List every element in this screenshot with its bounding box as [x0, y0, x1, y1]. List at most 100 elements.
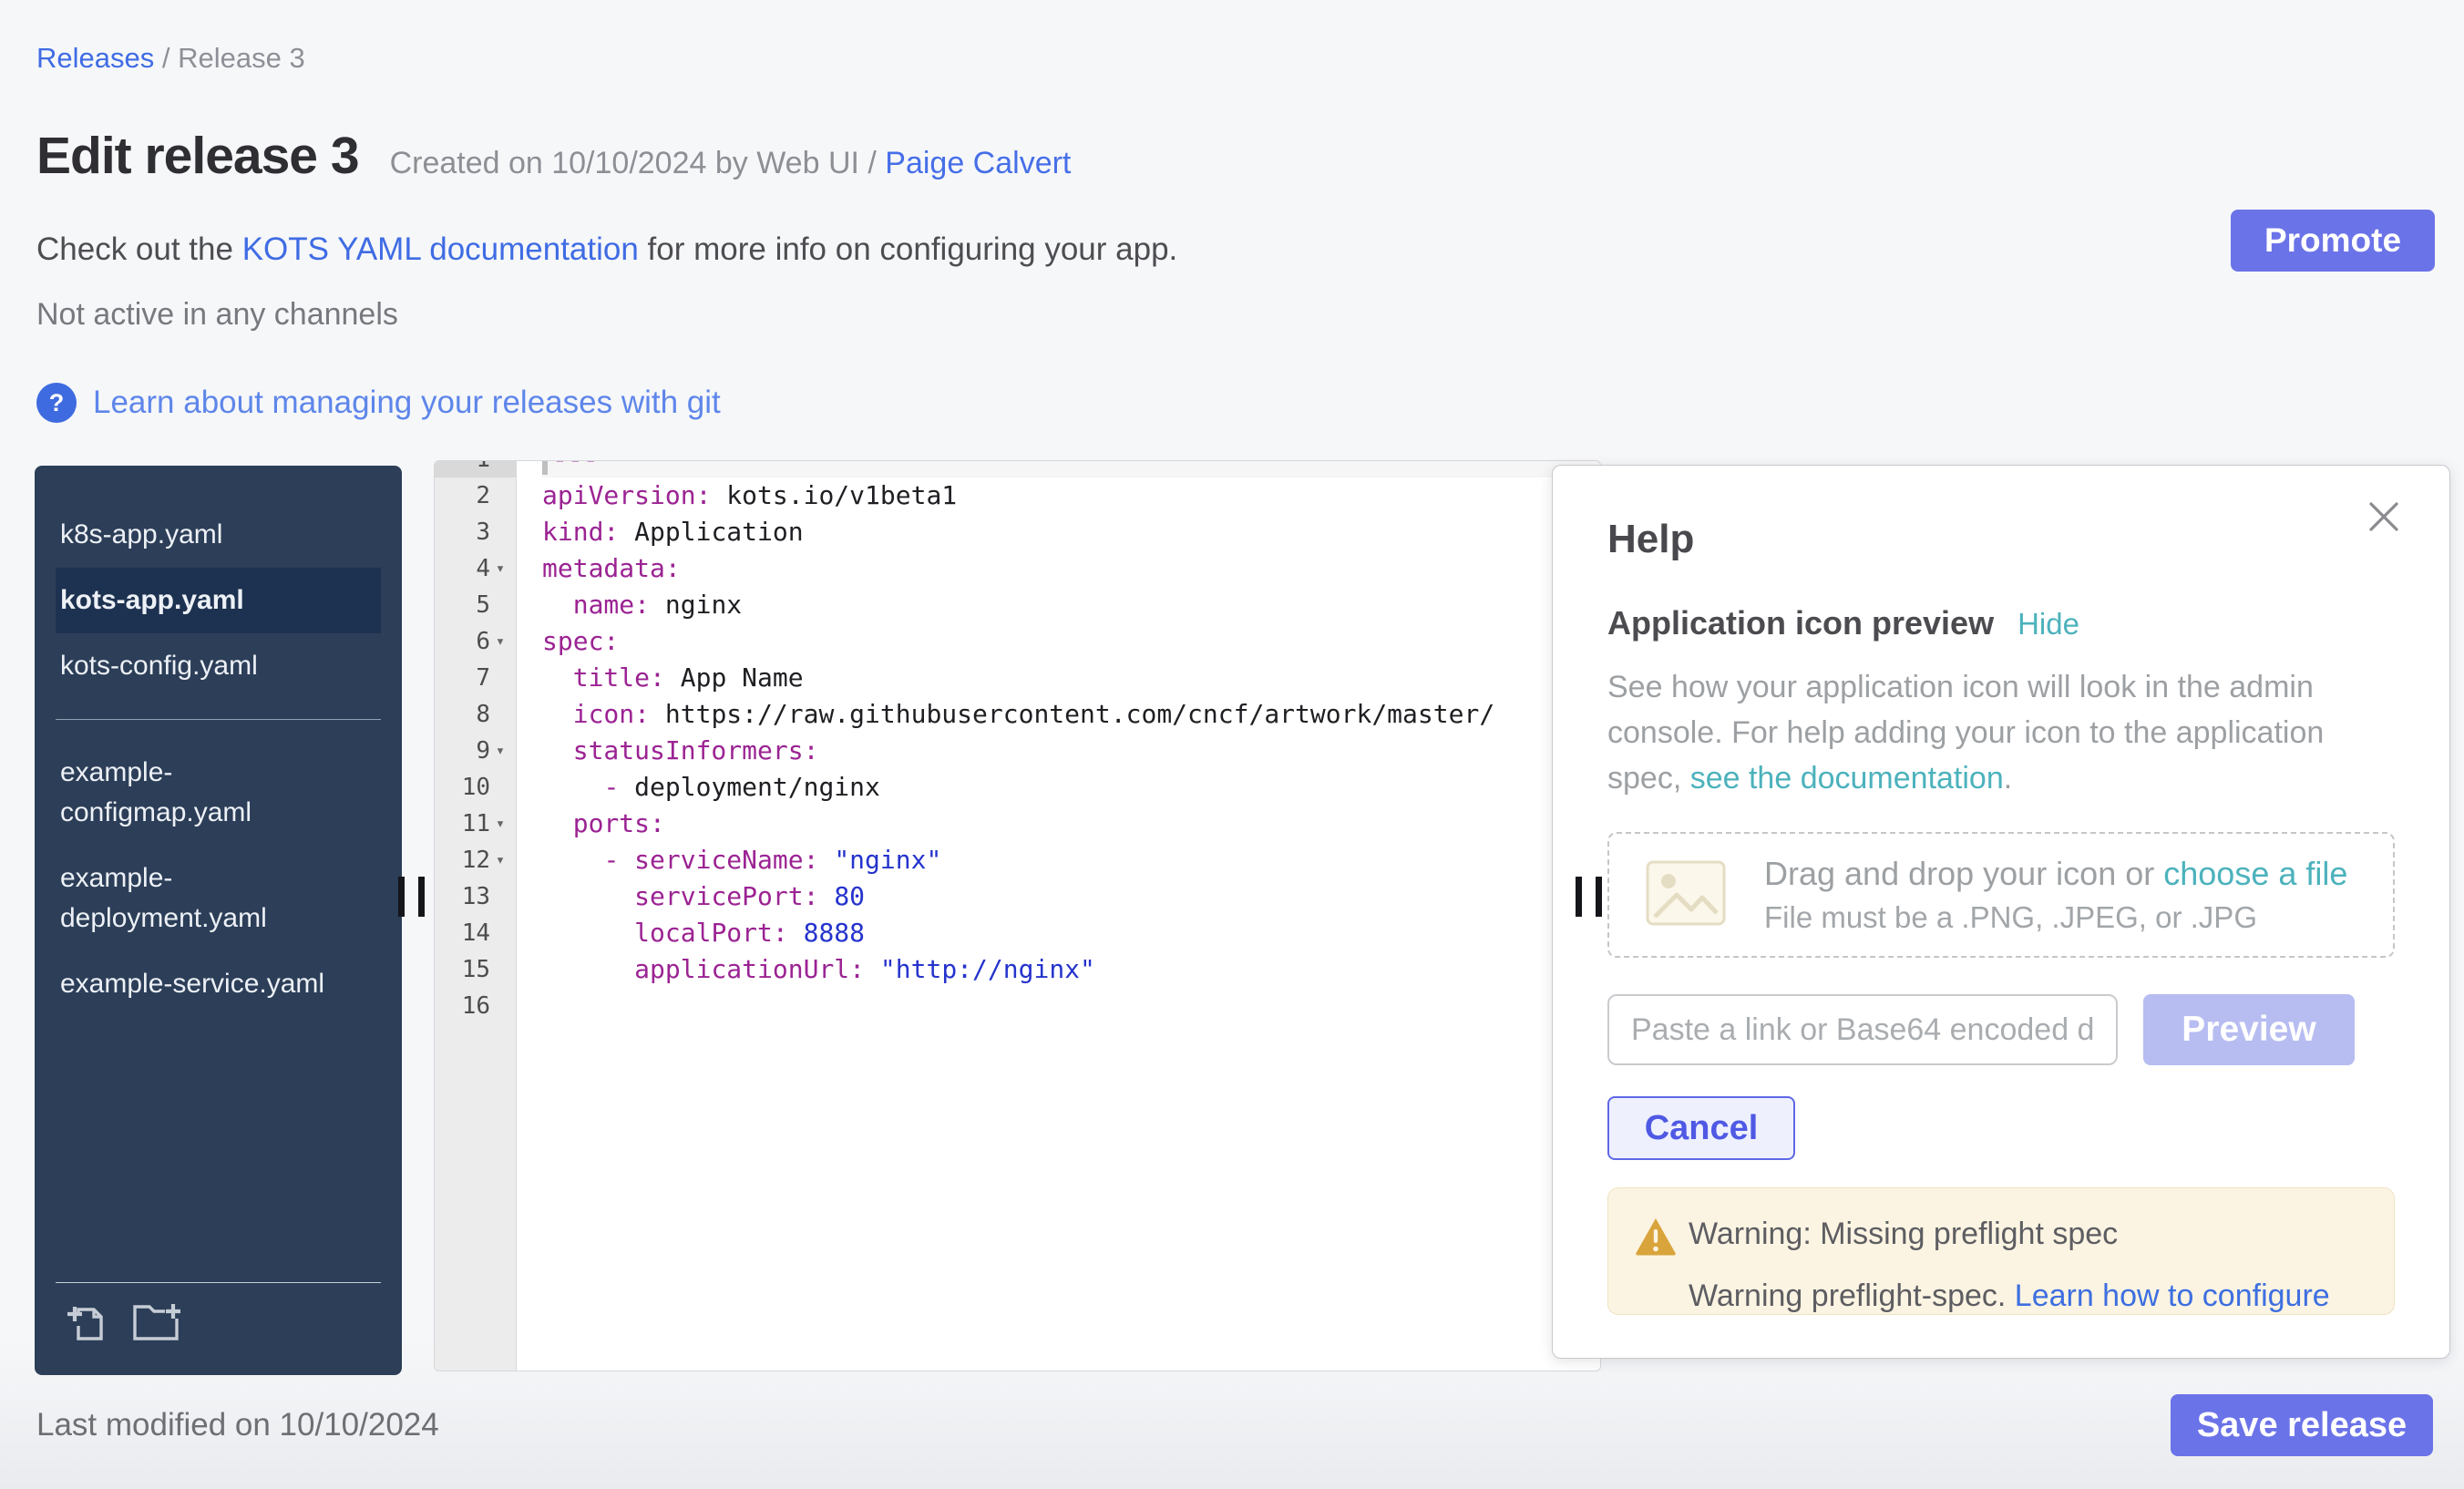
fold-arrow-icon[interactable]: ▾ [490, 560, 510, 578]
code-line-11[interactable]: ports: [542, 806, 1600, 842]
doc-line: Check out the KOTS YAML documentation fo… [36, 231, 1177, 268]
breadcrumb-releases-link[interactable]: Releases [36, 42, 154, 74]
code-line-4[interactable]: metadata: [542, 550, 1600, 587]
sidebar-file-k8s-app.yaml[interactable]: k8s-app.yaml [56, 502, 381, 568]
code-line-14[interactable]: localPort: 8888 [542, 915, 1600, 951]
code-line-16[interactable] [542, 988, 1600, 1024]
code-line-10[interactable]: - deployment/nginx [542, 769, 1600, 806]
warning-icon [1634, 1216, 1678, 1262]
gutter-line-8: 8 [435, 696, 516, 733]
code-line-8[interactable]: icon: https://raw.githubusercontent.com/… [542, 696, 1600, 733]
fold-arrow-icon[interactable]: ▾ [490, 742, 510, 760]
close-icon [2366, 524, 2402, 538]
sidebar-footer [56, 1282, 381, 1357]
fold-arrow-icon[interactable]: ▾ [490, 632, 510, 651]
hide-link[interactable]: Hide [2017, 607, 2079, 642]
gutter-line-14: 14 [435, 915, 516, 951]
gutter-line-2: 2 [435, 478, 516, 514]
fold-arrow-icon[interactable]: ▾ [490, 851, 510, 869]
breadcrumb-separator: / [154, 42, 178, 74]
gutter-line-3: 3 [435, 514, 516, 550]
new-file-button[interactable] [67, 1299, 108, 1344]
save-release-button[interactable]: Save release [2171, 1394, 2433, 1456]
gutter-line-1: 1 [435, 460, 516, 478]
help-section-row: Application icon preview Hide [1607, 604, 2395, 642]
kots-yaml-doc-link[interactable]: KOTS YAML documentation [242, 231, 639, 267]
warning-title: Warning: Missing preflight spec [1689, 1216, 2366, 1252]
editor-gutter: 1234▾56▾789▾1011▾12▾13141516 [435, 460, 517, 1371]
sidebar-file-kots-config.yaml[interactable]: kots-config.yaml [56, 633, 381, 699]
created-text: Created on 10/10/2024 by Web UI / [390, 146, 886, 180]
warning-detail: Warning preflight-spec. Learn how to con… [1689, 1278, 2366, 1314]
code-line-3[interactable]: kind: Application [542, 514, 1600, 550]
promote-button[interactable]: Promote [2231, 210, 2435, 272]
help-description: See how your application icon will look … [1607, 664, 2395, 801]
title-row: Edit release 3 Created on 10/10/2024 by … [36, 126, 1071, 186]
gutter-line-13: 13 [435, 878, 516, 915]
code-line-13[interactable]: servicePort: 80 [542, 878, 1600, 915]
new-folder-button[interactable] [132, 1299, 183, 1344]
channel-status: Not active in any channels [36, 297, 398, 333]
code-line-2[interactable]: apiVersion: kots.io/v1beta1 [542, 478, 1600, 514]
gutter-line-11: 11▾ [435, 806, 516, 842]
last-modified-text: Last modified on 10/10/2024 [36, 1407, 439, 1443]
gutter-line-5: 5 [435, 587, 516, 623]
gutter-line-9: 9▾ [435, 733, 516, 769]
sidebar-resize-handle[interactable] [398, 877, 425, 917]
doc-line-suffix: for more info on configuring your app. [639, 231, 1177, 267]
gutter-line-12: 12▾ [435, 842, 516, 878]
git-help-row: ? Learn about managing your releases wit… [36, 383, 721, 423]
created-by-link[interactable]: Paige Calvert [885, 146, 1071, 180]
icon-preview-title: Application icon preview [1607, 604, 1994, 642]
file-sidebar: k8s-app.yamlkots-app.yamlkots-config.yam… [35, 466, 402, 1375]
gutter-line-16: 16 [435, 988, 516, 1024]
sidebar-file-example-deployment.yaml[interactable]: example-deployment.yaml [56, 846, 381, 951]
preview-button[interactable]: Preview [2143, 994, 2355, 1065]
help-desc-period: . [2004, 761, 2012, 796]
page-title: Edit release 3 [36, 126, 359, 186]
created-meta: Created on 10/10/2024 by Web UI / Paige … [390, 146, 1072, 181]
choose-file-link[interactable]: choose a file [2163, 855, 2347, 892]
help-title: Help [1607, 517, 2395, 562]
text-cursor [542, 460, 548, 475]
gutter-line-15: 15 [435, 951, 516, 988]
fold-arrow-icon[interactable]: ▾ [490, 815, 510, 833]
git-releases-link[interactable]: Learn about managing your releases with … [93, 385, 721, 421]
yaml-editor[interactable]: 1234▾56▾789▾1011▾12▾13141516 ---apiVersi… [434, 460, 1601, 1371]
cancel-button[interactable]: Cancel [1607, 1096, 1795, 1160]
preflight-warning: Warning: Missing preflight spec Warning … [1607, 1187, 2395, 1315]
gutter-line-4: 4▾ [435, 550, 516, 587]
see-documentation-link[interactable]: see the documentation [1690, 761, 2004, 796]
code-line-5[interactable]: name: nginx [542, 587, 1600, 623]
learn-configure-link[interactable]: Learn how to configure [2015, 1278, 2330, 1313]
sidebar-file-kots-app.yaml[interactable]: kots-app.yaml [56, 568, 381, 633]
close-help-button[interactable] [2366, 498, 2402, 538]
icon-url-input[interactable] [1607, 994, 2118, 1065]
code-line-6[interactable]: spec: [542, 623, 1600, 660]
code-line-12[interactable]: - serviceName: "nginx" [542, 842, 1600, 878]
editor-content[interactable]: ---apiVersion: kots.io/v1beta1kind: Appl… [517, 460, 1600, 1371]
help-panel: Help Application icon preview Hide See h… [1552, 465, 2450, 1359]
drop-text: Drag and drop your icon or [1764, 855, 2163, 892]
code-line-15[interactable]: applicationUrl: "http://nginx" [542, 951, 1600, 988]
doc-line-prefix: Check out the [36, 231, 242, 267]
gutter-line-10: 10 [435, 769, 516, 806]
sidebar-divider [56, 719, 381, 720]
image-placeholder-icon [1644, 857, 1728, 934]
gutter-line-7: 7 [435, 660, 516, 696]
editor-scroll: 1234▾56▾789▾1011▾12▾13141516 ---apiVersi… [435, 460, 1600, 1371]
help-panel-resize-handle[interactable] [1576, 877, 1602, 917]
code-line-7[interactable]: title: App Name [542, 660, 1600, 696]
new-folder-icon [132, 1330, 183, 1344]
dropzone-text: Drag and drop your icon or choose a file… [1764, 855, 2347, 935]
warning-detail-text: Warning preflight-spec. [1689, 1278, 2015, 1313]
code-line-9[interactable]: statusInformers: [542, 733, 1600, 769]
edit-release-page: Releases / Release 3 Edit release 3 Crea… [0, 0, 2464, 1489]
breadcrumb: Releases / Release 3 [36, 42, 305, 75]
icon-url-row: Preview [1607, 994, 2395, 1065]
icon-dropzone[interactable]: Drag and drop your icon or choose a file… [1607, 832, 2395, 958]
file-list: k8s-app.yamlkots-app.yamlkots-config.yam… [56, 502, 381, 1017]
sidebar-file-example-configmap.yaml[interactable]: example-configmap.yaml [56, 740, 381, 846]
code-line-1[interactable]: --- [542, 460, 1600, 478]
sidebar-file-example-service.yaml[interactable]: example-service.yaml [56, 951, 381, 1017]
